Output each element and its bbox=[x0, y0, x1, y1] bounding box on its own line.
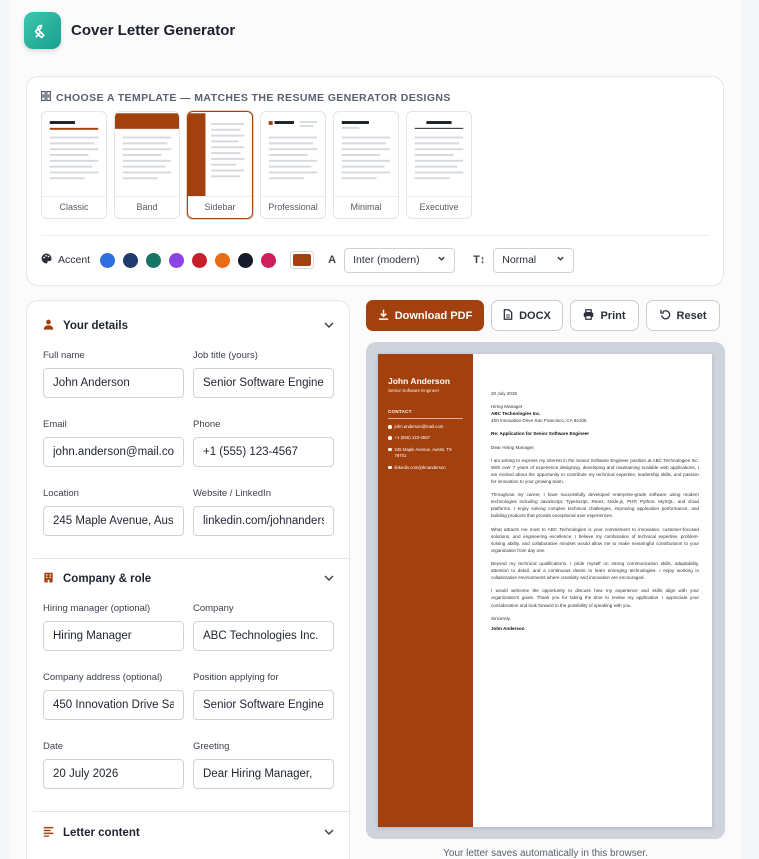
sidebar-linkedin: linkedin.com/johnanderson bbox=[388, 465, 463, 471]
font-family-icon: A bbox=[328, 254, 337, 266]
font-size-icon: T↕ bbox=[473, 254, 486, 266]
letter-body: 20 July 2026 Hiring Manager ABC Technolo… bbox=[491, 391, 699, 631]
letter-preview-frame: John Anderson Senior Software Engineer C… bbox=[366, 342, 725, 839]
section-divider bbox=[33, 558, 349, 559]
job-title-input[interactable] bbox=[193, 368, 334, 398]
print-button[interactable]: Print bbox=[570, 300, 639, 331]
date-input[interactable] bbox=[43, 759, 184, 789]
template-divider bbox=[41, 235, 709, 236]
website-field: Website / LinkedIn bbox=[193, 488, 334, 536]
job-title-field: Job title (yours) bbox=[193, 350, 334, 398]
template-band[interactable]: Band bbox=[114, 111, 180, 219]
company-input[interactable] bbox=[193, 621, 334, 651]
professional-thumbnail bbox=[268, 121, 318, 180]
accent-swatch-orange[interactable] bbox=[215, 252, 231, 268]
position-field: Position applying for bbox=[193, 672, 334, 720]
company-address-field: Company address (optional) bbox=[43, 672, 184, 720]
email-field: Email bbox=[43, 419, 184, 467]
template-card: CHOOSE A TEMPLATE — MATCHES THE RESUME G… bbox=[26, 76, 724, 286]
full-name-input[interactable] bbox=[43, 368, 184, 398]
accent-swatch-teal[interactable] bbox=[146, 252, 162, 268]
sidebar-phone: +1 (555) 123-4567 bbox=[388, 435, 463, 441]
chevron-down-icon bbox=[323, 571, 335, 589]
location-pin-icon bbox=[388, 447, 392, 452]
website-input[interactable] bbox=[193, 506, 334, 536]
location-field: Location bbox=[43, 488, 184, 536]
sidebar-thumbnail bbox=[188, 113, 245, 197]
user-icon bbox=[43, 317, 54, 335]
sidebar-rule bbox=[388, 418, 463, 419]
letter-page: John Anderson Senior Software Engineer C… bbox=[378, 354, 712, 827]
your-details-header[interactable]: Your details bbox=[43, 313, 335, 339]
email-icon bbox=[388, 425, 392, 429]
template-executive[interactable]: Executive bbox=[406, 111, 472, 219]
phone-field: Phone bbox=[193, 419, 334, 467]
full-name-field: Full name bbox=[43, 350, 184, 398]
wrench-icon bbox=[24, 11, 61, 49]
template-classic[interactable]: Classic bbox=[41, 111, 107, 219]
chevron-down-icon bbox=[323, 825, 335, 843]
email-input[interactable] bbox=[43, 437, 184, 467]
section-divider bbox=[33, 811, 349, 812]
app-title: Cover Letter Generator bbox=[71, 21, 236, 39]
sidebar-address: 245 Maple Avenue, Austin, TX 78701 bbox=[388, 447, 463, 460]
letter-sidebar: John Anderson Senior Software Engineer C… bbox=[378, 354, 473, 827]
chevron-down-icon bbox=[556, 254, 565, 266]
phone-input[interactable] bbox=[193, 437, 334, 467]
download-icon bbox=[378, 309, 389, 323]
company-address-input[interactable] bbox=[43, 690, 184, 720]
text-lines-icon bbox=[43, 824, 54, 842]
minimal-thumbnail bbox=[341, 121, 391, 180]
hiring-manager-field: Hiring manager (optional) bbox=[43, 603, 184, 651]
reset-button[interactable]: Reset bbox=[646, 300, 720, 331]
palette-icon bbox=[41, 253, 52, 267]
accent-swatch-blue[interactable] bbox=[100, 252, 116, 268]
undo-icon bbox=[659, 309, 671, 323]
band-thumbnail bbox=[115, 113, 179, 180]
link-icon bbox=[388, 465, 392, 470]
font-select[interactable]: Inter (modern) bbox=[344, 247, 456, 273]
accent-swatch-purple[interactable] bbox=[169, 252, 185, 268]
grid-icon bbox=[41, 91, 52, 104]
letter-content-header[interactable]: Letter content bbox=[43, 820, 335, 846]
template-sidebar[interactable]: Sidebar bbox=[187, 111, 253, 219]
autosave-note: Your letter saves automatically in this … bbox=[443, 848, 648, 859]
building-icon bbox=[43, 570, 54, 588]
classic-thumbnail bbox=[49, 121, 99, 180]
download-pdf-button[interactable]: Download PDF bbox=[366, 300, 484, 331]
custom-color-picker[interactable] bbox=[290, 251, 315, 269]
greeting-input[interactable] bbox=[193, 759, 334, 789]
template-list: Classic Band Sidebar Professional Minima… bbox=[41, 111, 472, 219]
template-section-label: CHOOSE A TEMPLATE — MATCHES THE RESUME G… bbox=[41, 91, 451, 104]
template-minimal[interactable]: Minimal bbox=[333, 111, 399, 219]
accent-swatch-black[interactable] bbox=[238, 252, 254, 268]
greeting-field: Greeting bbox=[193, 741, 334, 789]
accent-swatch-pink[interactable] bbox=[261, 252, 277, 268]
sidebar-email: john.anderson@mail.com bbox=[388, 424, 463, 430]
company-field: Company bbox=[193, 603, 334, 651]
executive-thumbnail bbox=[414, 121, 464, 180]
chevron-down-icon bbox=[323, 318, 335, 336]
app-header: Cover Letter Generator bbox=[24, 10, 235, 50]
size-select[interactable]: Normal bbox=[493, 247, 575, 273]
company-role-header[interactable]: Company & role bbox=[43, 566, 335, 592]
accent-swatch-red[interactable] bbox=[192, 252, 208, 268]
accent-label: Accent bbox=[41, 253, 90, 267]
accent-swatch-navy[interactable] bbox=[123, 252, 139, 268]
hiring-manager-input[interactable] bbox=[43, 621, 184, 651]
docx-button[interactable]: DOCX bbox=[491, 300, 563, 331]
position-input[interactable] bbox=[193, 690, 334, 720]
accent-row: Accent A Inter (modern) T↕ Normal bbox=[41, 247, 709, 273]
date-field: Date bbox=[43, 741, 184, 789]
custom-color-fill bbox=[293, 254, 312, 266]
file-icon bbox=[503, 308, 513, 323]
location-input[interactable] bbox=[43, 506, 184, 536]
template-professional[interactable]: Professional bbox=[260, 111, 326, 219]
phone-icon bbox=[388, 436, 392, 440]
chevron-down-icon bbox=[437, 254, 446, 266]
printer-icon bbox=[583, 308, 594, 323]
form-card: Your details Full name Job title (yours)… bbox=[26, 300, 350, 859]
